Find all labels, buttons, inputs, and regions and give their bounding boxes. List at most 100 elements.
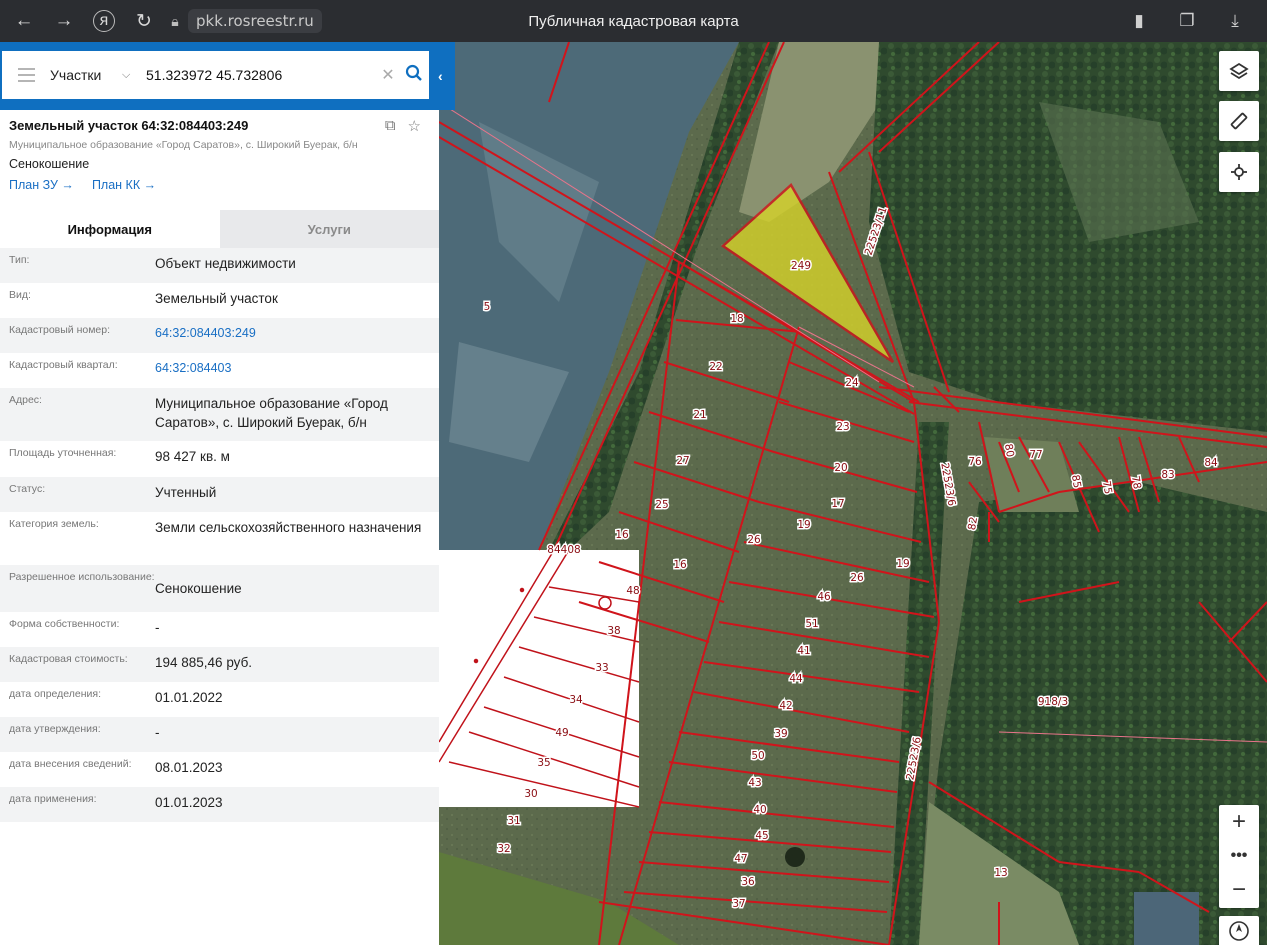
table-row: дата утверждения: - xyxy=(0,717,439,752)
map-label: 13 xyxy=(994,867,1007,879)
map-label: 31 xyxy=(507,815,520,827)
map-label: 48 xyxy=(626,585,639,597)
info-table: Тип: Объект недвижимости Вид: Земельный уч… xyxy=(0,248,439,822)
map-label: 17 xyxy=(831,498,844,510)
map-label: 918/3 xyxy=(1038,696,1068,708)
bookmark-icon[interactable]: ▮ xyxy=(1115,11,1163,31)
map-label: 33 xyxy=(595,662,608,674)
map-label: 18 xyxy=(730,313,743,325)
locate-button[interactable] xyxy=(1219,152,1259,192)
map-label: 80 xyxy=(1002,443,1016,458)
back-icon[interactable]: ← xyxy=(4,0,44,42)
chevron-down-icon[interactable]: ⌵ xyxy=(122,69,146,82)
reload-icon[interactable]: ↻ xyxy=(124,0,164,42)
row-value: - xyxy=(155,620,160,635)
parcel-use: Сенокошение xyxy=(9,157,90,171)
table-row: Кадастровый номер: 64:32:084403:249 xyxy=(0,318,439,353)
table-row: дата определения: 01.01.2022 xyxy=(0,682,439,717)
parcel-title: Земельный участок 64:32:084403:249 xyxy=(9,118,249,133)
row-key: Разрешенное использование: xyxy=(9,571,155,583)
map-label: 26 xyxy=(850,572,864,584)
map-label: 43 xyxy=(748,777,761,789)
table-row: Адрес: Муниципальное образование «Город С… xyxy=(0,388,439,441)
row-key: Кадастровый номер: xyxy=(9,324,111,336)
row-key: Площадь уточненная: xyxy=(9,447,117,459)
map-label: 249 xyxy=(791,260,811,272)
map-label: 30 xyxy=(524,788,537,800)
menu-icon[interactable] xyxy=(2,68,50,82)
map-label: 75 xyxy=(1100,480,1114,495)
map-label: 21 xyxy=(693,409,706,421)
map-label: 5 xyxy=(484,301,491,313)
map-label: 82 xyxy=(966,516,980,531)
row-key: Кадастровая стоимость: xyxy=(9,653,128,665)
browser-toolbar: ← → я ↻ 🔒︎ pkk.rosreestr.ru Публичная ка… xyxy=(0,0,1267,42)
tab-services[interactable]: Услуги xyxy=(219,210,439,248)
row-key: Адрес: xyxy=(9,394,42,406)
ruler-icon xyxy=(1230,112,1248,130)
yandex-icon[interactable]: я xyxy=(93,10,115,32)
layers-icon xyxy=(1229,62,1249,80)
row-value: 98 427 кв. м xyxy=(155,449,230,464)
download-icon[interactable]: ⤓ xyxy=(1211,11,1259,31)
search-icon[interactable] xyxy=(399,64,429,87)
row-value: Муниципальное образование «Город Саратов… xyxy=(155,396,388,430)
parcel-address: Муниципальное образование «Город Саратов… xyxy=(9,139,358,151)
map-label: 76 xyxy=(968,456,982,468)
map-label: 44 xyxy=(789,673,803,685)
compass-button[interactable] xyxy=(1219,916,1259,945)
map-label: 47 xyxy=(734,853,747,865)
plan-zu-link[interactable]: План ЗУ → xyxy=(9,178,74,192)
layers-button[interactable] xyxy=(1219,51,1259,91)
extensions-icon[interactable]: ❐ xyxy=(1163,11,1211,31)
star-icon[interactable]: ☆ xyxy=(408,117,421,135)
compass-icon xyxy=(1229,920,1249,941)
map-label: 37 xyxy=(732,898,745,910)
zoom-in-button[interactable]: + xyxy=(1219,805,1259,839)
tabs: Информация Услуги xyxy=(0,210,439,248)
map-label: 39 xyxy=(774,728,787,740)
map-label: 50 xyxy=(751,750,764,762)
address-bar[interactable]: pkk.rosreestr.ru xyxy=(188,9,322,33)
map-label: 84 xyxy=(1204,457,1218,469)
map-label: 19 xyxy=(896,558,909,570)
plan-kk-link[interactable]: План КК → xyxy=(92,178,156,192)
map-label: 16 xyxy=(615,529,629,541)
more-icon[interactable]: ••• xyxy=(1219,839,1259,873)
row-key: Вид: xyxy=(9,289,31,301)
cadastral-number-link[interactable]: 64:32:084403:249 xyxy=(155,318,430,353)
forward-icon[interactable]: → xyxy=(44,0,84,42)
parcel-header: Земельный участок 64:32:084403:249 Муниц… xyxy=(0,110,439,210)
collapse-panel-icon[interactable]: ‹ xyxy=(438,68,443,84)
row-key: Кадастровый квартал: xyxy=(9,359,118,371)
ruler-button[interactable] xyxy=(1219,101,1259,141)
cadastral-map[interactable]: 249 5 18 22 24 21 23 27 20 25 17 16 19 2… xyxy=(439,42,1267,945)
row-value: Земли сельскохозяйственного назначения xyxy=(155,520,422,535)
lock-icon: 🔒︎ xyxy=(171,12,179,29)
search-type-select[interactable]: Участки xyxy=(50,67,122,83)
map-label: 20 xyxy=(834,462,847,474)
map-label: 32 xyxy=(497,843,510,855)
zoom-out-button[interactable]: − xyxy=(1219,873,1259,907)
map-label: 23 xyxy=(836,421,849,433)
table-row: Кадастровый квартал: 64:32:084403 xyxy=(0,353,439,388)
map-label: 26 xyxy=(747,534,761,546)
row-value: Земельный участок xyxy=(155,291,278,306)
crosshair-icon xyxy=(1231,164,1247,180)
cadastral-quarter-link[interactable]: 64:32:084403 xyxy=(155,353,430,388)
row-value: 01.01.2023 xyxy=(155,795,223,810)
table-row: Кадастровая стоимость: 194 885,46 руб. xyxy=(0,647,439,682)
table-row: Статус: Учтенный xyxy=(0,477,439,512)
map-label: 46 xyxy=(817,591,831,603)
close-icon[interactable]: ✕ xyxy=(377,65,399,85)
map-label: 51 xyxy=(805,618,818,630)
row-key: дата определения: xyxy=(9,688,102,700)
map-label: 25 xyxy=(655,499,668,511)
zoom-to-icon[interactable]: ⧉ xyxy=(385,117,396,135)
table-row: дата внесения сведений: 08.01.2023 xyxy=(0,752,439,787)
tab-information[interactable]: Информация xyxy=(0,210,220,248)
row-key: дата внесения сведений: xyxy=(9,758,132,770)
row-key: дата утверждения: xyxy=(9,723,101,735)
map-label: 16 xyxy=(673,559,687,571)
search-input[interactable]: 51.323972 45.732806 xyxy=(146,67,377,83)
